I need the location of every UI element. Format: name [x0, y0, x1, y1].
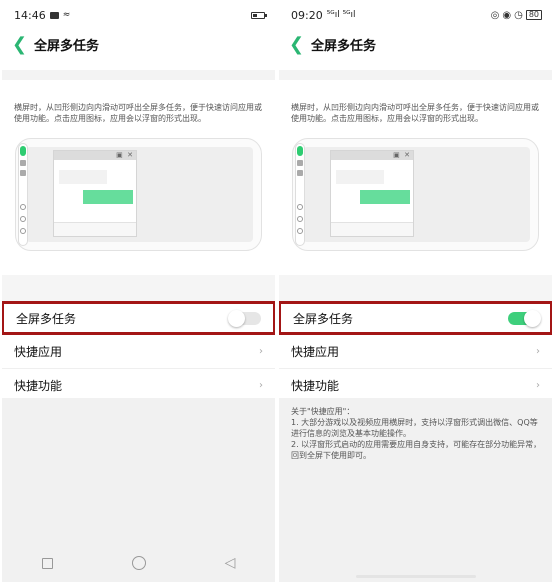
- back-chevron-icon[interactable]: ❮: [289, 34, 307, 55]
- illustration-tool-icon: [20, 228, 26, 234]
- illustration-input: [54, 222, 136, 236]
- row-label: 快捷应用: [14, 345, 63, 359]
- status-bar: 14:46 ≈: [2, 0, 275, 30]
- signal-icon: ⁵ᴳıl ⁵ᴳıl: [326, 10, 356, 20]
- illustration-input: [331, 222, 413, 236]
- page-header: ❮ 全屏多任务: [279, 30, 552, 58]
- illustration-app-icon: [297, 146, 303, 156]
- wifi-icon: ≈: [62, 10, 71, 20]
- note-line: 1. 大部分游戏以及视频应用横屏时，支持以浮窗形式调出微信、QQ等进行信息的浏览…: [291, 418, 538, 438]
- right-screen: 09:20 ⁵ᴳıl ⁵ᴳıl ◎ ◉ ◷ 80 ❮ 全屏多任务 横屏时，从凹形…: [279, 0, 552, 582]
- fullscreen-multitask-toggle[interactable]: [228, 309, 261, 327]
- status-time: 14:46: [14, 8, 46, 22]
- illustration-message: [336, 170, 384, 184]
- home-indicator[interactable]: [355, 575, 476, 578]
- illustration-tool-icon: [20, 216, 26, 222]
- battery-icon: 80: [525, 10, 542, 20]
- illustration-message: [59, 170, 107, 184]
- illustration-app-icon: [297, 170, 303, 176]
- note-line: 2. 以浮窗形式启动的应用需要应用自身支持，可能存在部分功能异常，回到全屏下使用…: [291, 440, 542, 460]
- illustration-tool-icon: [297, 228, 303, 234]
- chevron-right-icon: ›: [536, 380, 540, 391]
- feature-description: 横屏时，从凹形侧边向内滑动可呼出全屏多任务，便于快速访问应用或使用功能。点击应用…: [291, 103, 539, 123]
- feature-illustration: ▣ ✕: [15, 138, 262, 251]
- notes-area: 关于"快捷应用"： 1. 大部分游戏以及视频应用横屏时，支持以浮窗形式调出微信、…: [279, 398, 552, 582]
- illustration-window-bar: ▣ ✕: [54, 151, 136, 160]
- illustration-tool-icon: [297, 216, 303, 222]
- chevron-right-icon: ›: [259, 380, 263, 391]
- illustration-tool-icon: [20, 204, 26, 210]
- illustration-app-icon: [20, 160, 26, 166]
- row-label: 快捷功能: [291, 379, 340, 393]
- recents-square-icon[interactable]: [41, 557, 53, 569]
- battery-icon: [251, 11, 267, 19]
- status-time: 09:20: [291, 8, 323, 22]
- illustration-message-sent: [360, 190, 410, 204]
- divider: [2, 275, 275, 301]
- toggle-row-fullscreen-multitask[interactable]: 全屏多任务: [279, 301, 552, 335]
- quick-apps-note: 关于"快捷应用"： 1. 大部分游戏以及视频应用横屏时，支持以浮窗形式调出微信、…: [279, 398, 552, 461]
- row-quick-apps[interactable]: 快捷应用 ›: [2, 335, 275, 369]
- illustration-app-icon: [297, 160, 303, 166]
- fullscreen-multitask-toggle[interactable]: [508, 309, 541, 327]
- note-title: 关于"快捷应用"：: [291, 407, 355, 416]
- divider: [2, 70, 275, 80]
- illustration-app-icon: [20, 170, 26, 176]
- page-title: 全屏多任务: [311, 38, 377, 54]
- page-title: 全屏多任务: [34, 38, 100, 54]
- illustration-window-bar: ▣ ✕: [331, 151, 413, 160]
- feature-description: 横屏时，从凹形侧边向内滑动可呼出全屏多任务，便于快速访问应用或使用功能。点击应用…: [14, 103, 262, 123]
- left-screen: 14:46 ≈ ❮ 全屏多任务 横屏时，从凹形侧边向内滑动可呼出全屏多任务，便于…: [2, 0, 275, 582]
- home-circle-icon[interactable]: [131, 556, 146, 570]
- notification-icon: [49, 11, 59, 19]
- toggle-row-fullscreen-multitask[interactable]: 全屏多任务: [2, 301, 275, 335]
- chevron-right-icon: ›: [259, 346, 263, 357]
- illustration-tool-icon: [297, 204, 303, 210]
- illustration-floating-window: ▣ ✕: [330, 150, 414, 237]
- back-chevron-icon[interactable]: ❮: [12, 34, 30, 55]
- nfc-icon: ◎: [490, 9, 500, 21]
- back-triangle-icon[interactable]: ◁: [225, 555, 236, 571]
- feature-illustration: ▣ ✕: [292, 138, 539, 251]
- illustration-message-sent: [83, 190, 133, 204]
- toggle-row-label: 全屏多任务: [16, 311, 77, 326]
- row-label: 快捷功能: [14, 379, 63, 393]
- illustration-floating-window: ▣ ✕: [53, 150, 137, 237]
- row-label: 快捷应用: [291, 345, 340, 359]
- chevron-right-icon: ›: [536, 346, 540, 357]
- divider: [279, 275, 552, 301]
- alarm-icon: ◷: [514, 9, 523, 21]
- illustration-app-icon: [20, 146, 26, 156]
- illustration-sidebar: [295, 143, 305, 246]
- illustration-sidebar: [18, 143, 28, 246]
- toggle-row-label: 全屏多任务: [293, 311, 354, 326]
- location-icon: ◉: [502, 9, 512, 21]
- page-header: ❮ 全屏多任务: [2, 30, 275, 58]
- status-bar: 09:20 ⁵ᴳıl ⁵ᴳıl ◎ ◉ ◷ 80: [279, 0, 552, 30]
- navigation-bar: ◁: [2, 544, 275, 582]
- row-quick-apps[interactable]: 快捷应用 ›: [279, 335, 552, 369]
- divider: [279, 70, 552, 80]
